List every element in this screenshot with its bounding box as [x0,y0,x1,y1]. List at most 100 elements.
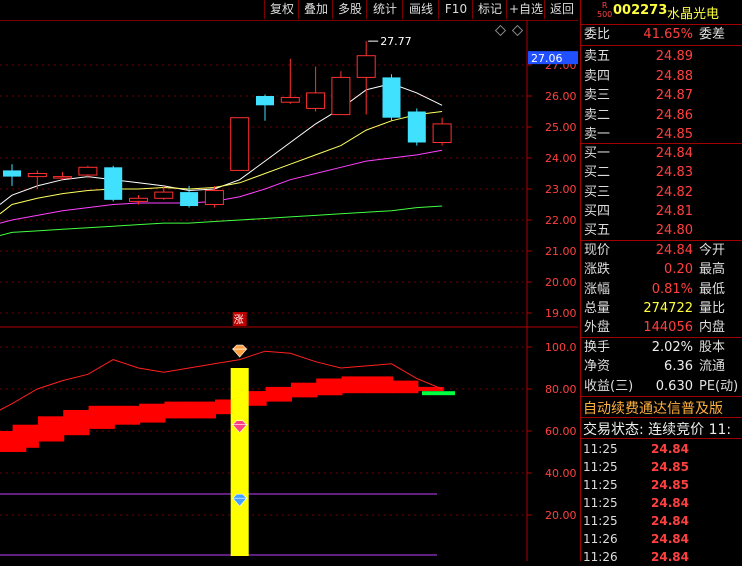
diamond-icon-orange [232,348,248,358]
row-value: 24.82 [655,184,693,200]
row-value: 24.81 [655,203,693,219]
toolbar-button-add-watchlist[interactable]: +自选 [506,0,545,19]
row-value: 24.88 [655,68,693,84]
quote-row: 外盘 144056 内盘 [581,318,742,337]
candle-body [129,197,148,202]
row-value: 24.85 [655,127,693,142]
candle-body [382,77,401,118]
row-value: 24.80 [655,223,693,239]
sell-level-1: 卖一 24.85 [581,125,742,144]
row-label: 换手 [584,340,611,355]
quote-row: 现价 24.84 今开 [581,241,742,260]
row-label: 卖三 [584,88,611,103]
row-value: 274722 [643,300,693,316]
toolbar-button-restore-rights[interactable]: 复权 [264,0,299,19]
y-tick-label: 40.00 [545,467,577,480]
tick-price: 24.84 [651,550,689,564]
row-label: 净资 [584,359,611,375]
tick-time: 11:26 [583,550,618,564]
candle-body [230,117,250,171]
row-right-label: 流通 [699,359,726,375]
row-label: 买二 [584,165,611,181]
sell-level-2: 卖二 24.86 [581,106,742,125]
candle-body [78,166,98,176]
indicator-band-block [139,403,166,423]
sell-level-3: 卖三 24.87 [581,86,742,105]
divider [581,45,742,46]
y-tick-label: 23.00 [545,183,577,196]
row-label: 外盘 [584,320,611,336]
tick-time: 11:25 [583,514,618,528]
toolbar-button-draw-line[interactable]: 画线 [402,0,439,19]
tick-row: 11:25 24.85 [581,476,742,494]
indicator-band-block [88,405,115,429]
candle-body [180,192,199,207]
row-value: 0.20 [664,262,693,278]
toolbar-button-overlay[interactable]: 叠加 [298,0,333,19]
row-value: 6.36 [664,359,693,375]
indicator-band-block [265,386,292,402]
candle-body [256,96,274,106]
row-value: 24.86 [655,107,693,123]
stats-row: 收益(三) 0.630 PE(动) [581,377,742,396]
indicator-band-block [37,416,65,442]
quote-row: 涨幅 0.81% 最低 [581,280,742,299]
expand-icon [511,24,524,37]
row-value: 24.89 [655,49,693,64]
candle-body [356,55,376,78]
indicator-band-block [164,401,191,419]
diamond-icon-orange-top [231,344,248,350]
indicator-band-block [392,380,419,394]
row-value: 24.84 [655,243,693,258]
y-tick-label: 20.00 [545,509,577,522]
sell-level-5: 卖五 24.89 [581,47,742,66]
row-right-label: 内盘 [699,320,726,336]
tick-time: 11:25 [583,460,618,474]
tick-price: 24.85 [651,460,689,474]
order-ratio-row: 委比 41.65% 委差 [584,27,726,42]
y-tick-label: 80.00 [545,383,577,396]
y-tick-label: 25.00 [545,121,577,134]
tick-row: 11:26 24.84 [581,548,742,566]
row-value: 24.87 [655,88,693,103]
tick-price: 24.84 [651,514,689,528]
stats-row: 换手 2.02% 股本 [581,338,742,357]
divider [581,417,742,418]
toolbar-button-mark[interactable]: 标记 [472,0,507,19]
y-tick-label: 20.00 [545,276,577,289]
row-label: 买四 [584,203,611,219]
indicator-band-block [63,410,90,436]
toolbar-button-multi-stock[interactable]: 多股 [332,0,367,19]
buy-level-4: 买四 24.81 [581,202,742,221]
tick-time: 11:25 [583,478,618,492]
trade-status: 交易状态: 连续竞价 11: [583,422,732,438]
y-tick-label: 26.00 [545,90,577,103]
indicator-band-block [113,405,141,425]
candle-body [432,123,452,144]
row-label: 涨跌 [584,262,611,278]
promo-banner[interactable]: 自动续费通达信普及版 [583,398,723,418]
row-right-label: 今开 [699,243,726,258]
tick-time: 11:25 [583,442,618,456]
settings-icon [494,24,507,37]
toolbar-button-back[interactable]: 返回 [544,0,579,19]
divider [581,438,742,439]
row-right-label: 股本 [699,340,726,355]
row-label: 总量 [584,300,611,316]
candle-body [53,176,73,179]
toolbar-button-statistics[interactable]: 统计 [366,0,403,19]
candle-body [280,97,300,103]
tick-price: 24.84 [651,532,689,546]
chart-toolbar: 复权 叠加 多股 统计 画线 F10 标记 +自选 返回 [0,0,578,21]
toolbar-button-f10[interactable]: F10 [438,0,473,19]
sell-level-4: 卖四 24.88 [581,67,742,86]
indicator-band-block [366,376,394,394]
row-label: 收益(三) [584,378,634,394]
y-tick-label: 19.00 [545,307,577,320]
kline-chart[interactable]: 27.0026.0025.0024.0023.0022.0021.0020.00… [0,20,578,561]
candle-body [104,167,123,200]
row-right-label: 最低 [699,281,726,297]
y-tick-label: 24.00 [545,152,577,165]
y-tick-label: 100.0 [545,341,577,354]
tick-time: 11:26 [583,532,618,546]
